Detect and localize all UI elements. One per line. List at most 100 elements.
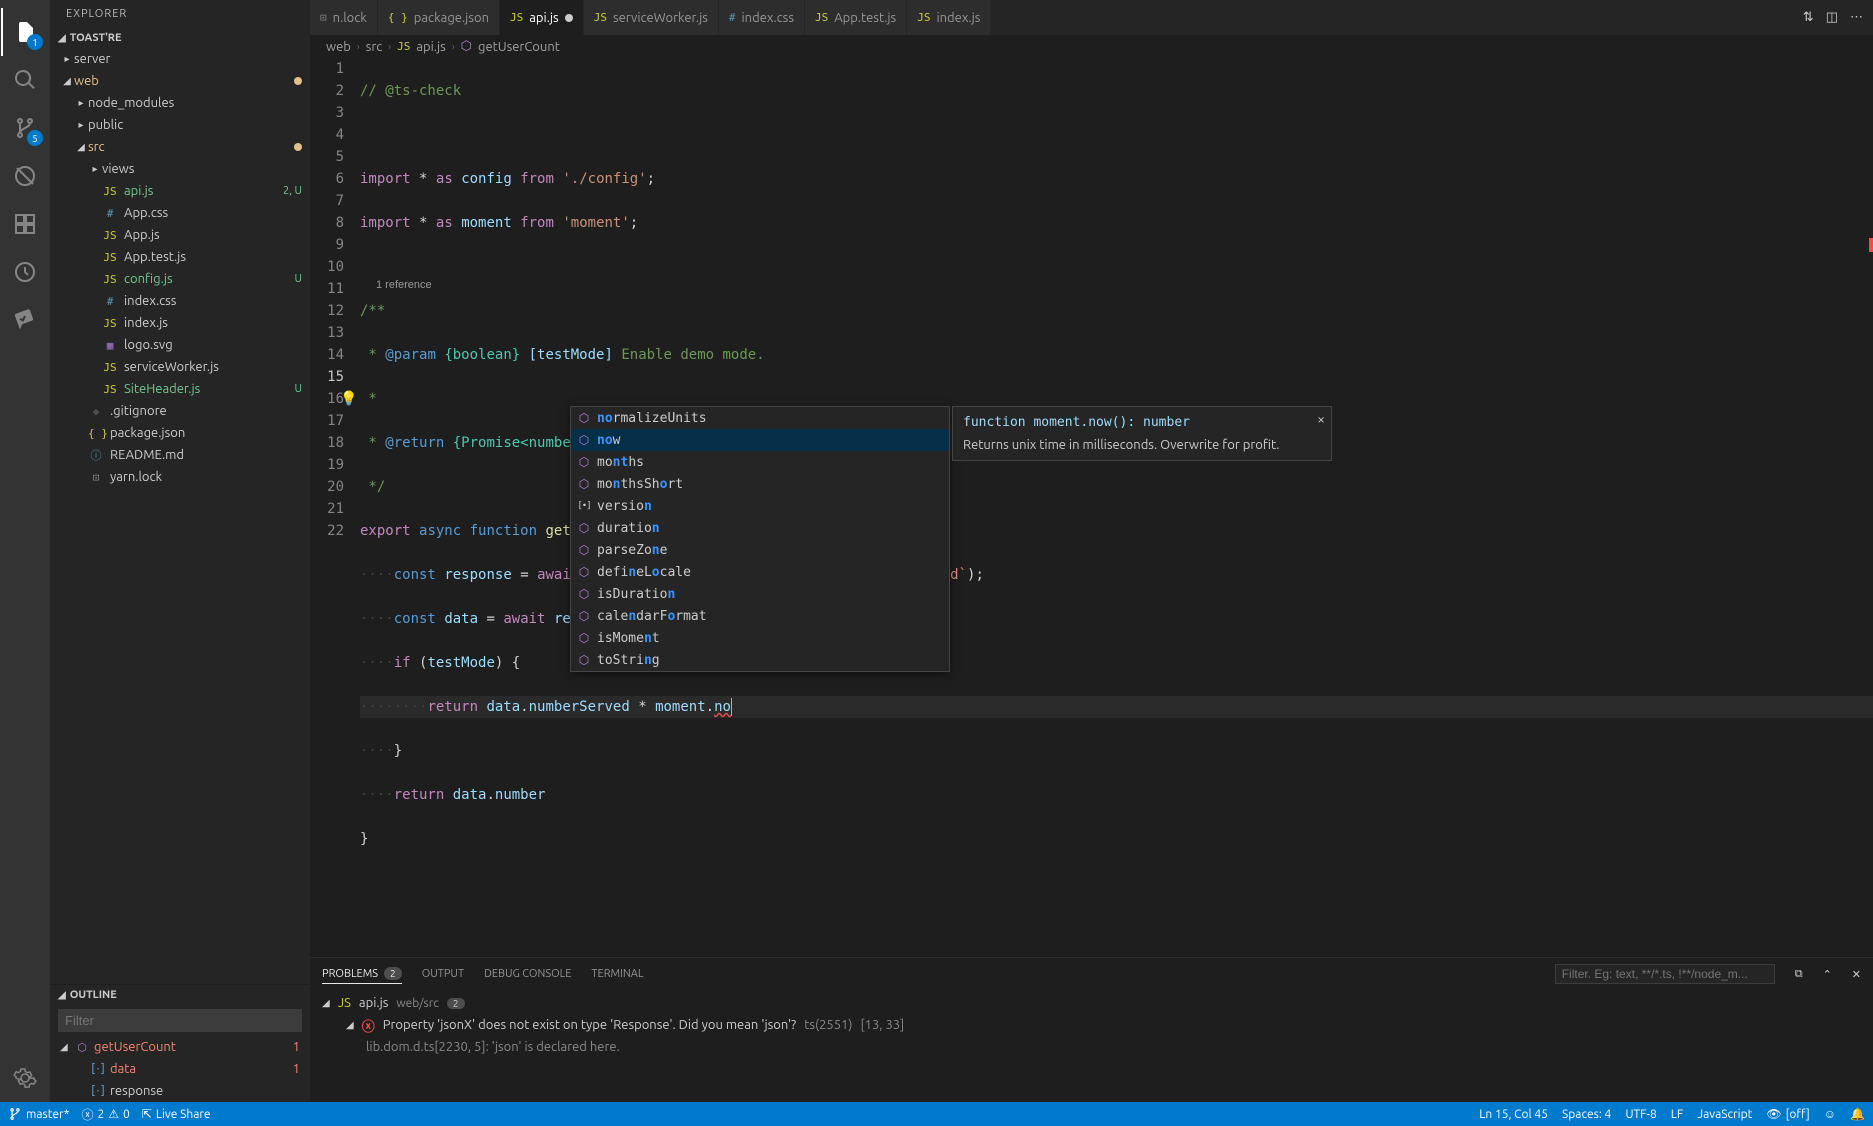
status-encoding[interactable]: UTF-8	[1625, 1108, 1656, 1121]
status-bell-icon[interactable]: 🔔	[1850, 1107, 1865, 1121]
lightbulb-icon[interactable]: 💡	[340, 388, 357, 410]
suggest-item[interactable]: ⬡now	[571, 429, 949, 451]
suggest-item[interactable]: ⬡months	[571, 451, 949, 473]
editor-tab[interactable]: { }package.json	[378, 0, 500, 35]
outline-header[interactable]: ◢OUTLINE	[50, 985, 310, 1005]
suggest-item[interactable]: ⬡toString	[571, 649, 949, 671]
outline-item[interactable]: [∙]data1	[50, 1058, 310, 1080]
suggest-item[interactable]: ⬡isDuration	[571, 583, 949, 605]
file-tree: ▸server◢web▸node_modules▸public◢src▸view…	[50, 48, 310, 488]
file-item[interactable]: ⓘREADME.md	[50, 444, 310, 466]
activity-scm-icon[interactable]: 5	[1, 104, 49, 152]
status-typescript[interactable]: 👁[off]	[1766, 1107, 1809, 1121]
folder-item[interactable]: ◢src	[50, 136, 310, 158]
codelens[interactable]: 1 reference	[376, 279, 432, 291]
outline-item[interactable]: [∙]response	[50, 1080, 310, 1102]
panel-close-icon[interactable]: ✕	[1852, 968, 1861, 981]
file-item[interactable]: ◆.gitignore	[50, 400, 310, 422]
status-branch[interactable]: master*	[8, 1107, 69, 1121]
close-icon[interactable]: ×	[1317, 411, 1325, 427]
editor-tab[interactable]: JSindex.js	[907, 0, 991, 35]
folder-item[interactable]: ◢web	[50, 70, 310, 92]
file-item[interactable]: ⊡yarn.lock	[50, 466, 310, 488]
folder-item[interactable]: ▸server	[50, 48, 310, 70]
breadcrumb-item[interactable]: getUserCount	[478, 40, 560, 54]
method-suggest-icon: ⬡	[577, 631, 591, 645]
problem-item[interactable]: ◢ ⓧ Property 'jsonX' does not exist on t…	[322, 1014, 1861, 1036]
status-feedback-icon[interactable]: ☺	[1824, 1107, 1836, 1121]
suggest-signature: function moment.now(): number	[963, 415, 1321, 430]
panel-maximize-icon[interactable]: ⌃	[1823, 968, 1832, 981]
status-liveshare[interactable]: ⇱Live Share	[142, 1107, 211, 1121]
file-item[interactable]: JSindex.js	[50, 312, 310, 334]
activity-search-icon[interactable]	[1, 56, 49, 104]
panel-tab-output[interactable]: OUTPUT	[422, 968, 464, 980]
chevron-icon: ▸	[74, 119, 88, 131]
file-item[interactable]: JSApp.js	[50, 224, 310, 246]
activity-extensions-icon[interactable]	[1, 200, 49, 248]
suggest-item[interactable]: [∙]version	[571, 495, 949, 517]
file-item[interactable]: JSApp.test.js	[50, 246, 310, 268]
breadcrumb-item[interactable]: api.js	[416, 40, 445, 54]
project-header[interactable]: ◢TOAST'RE	[50, 28, 310, 48]
suggest-item[interactable]: ⬡monthsShort	[571, 473, 949, 495]
breadcrumb-item[interactable]: web	[326, 40, 351, 54]
chevron-right-icon: ›	[357, 41, 360, 52]
editor-tab[interactable]: JSserviceWorker.js	[584, 0, 719, 35]
suggest-item[interactable]: ⬡normalizeUnits	[571, 407, 949, 429]
panel-tab-problems[interactable]: PROBLEMS2	[322, 967, 402, 984]
outline-filter-input[interactable]	[58, 1009, 302, 1032]
status-eol[interactable]: LF	[1671, 1108, 1683, 1121]
file-item[interactable]: { }package.json	[50, 422, 310, 444]
file-item[interactable]: #index.css	[50, 290, 310, 312]
suggest-item[interactable]: ⬡isMoment	[571, 627, 949, 649]
warning-icon: ⚠	[108, 1107, 119, 1121]
editor-tab[interactable]: JSApp.test.js	[805, 0, 907, 35]
status-problems[interactable]: ⓧ2 ⚠0	[81, 1106, 129, 1123]
panel-tab-terminal[interactable]: TERMINAL	[591, 968, 643, 980]
breadcrumb[interactable]: web›src›JSapi.js›⬡getUserCount	[310, 35, 1873, 58]
outline-item[interactable]: ◢⬡getUserCount1	[50, 1036, 310, 1058]
editor-tab[interactable]: ⊡n.lock	[310, 0, 378, 35]
file-item[interactable]: JSconfig.jsU	[50, 268, 310, 290]
suggest-item[interactable]: ⬡calendarFormat	[571, 605, 949, 627]
more-actions-icon[interactable]: ⋯	[1850, 10, 1863, 25]
status-indentation[interactable]: Spaces: 4	[1562, 1108, 1611, 1121]
scm-badge: 5	[27, 130, 43, 146]
compare-changes-icon[interactable]: ⇅	[1803, 10, 1814, 25]
folder-item[interactable]: ▸node_modules	[50, 92, 310, 114]
breadcrumb-item[interactable]: src	[366, 40, 383, 54]
editor[interactable]: 12345678910111213141516171819202122 // @…	[310, 58, 1873, 957]
file-item[interactable]: JSserviceWorker.js	[50, 356, 310, 378]
split-editor-icon[interactable]: ◫	[1826, 10, 1838, 25]
problem-related[interactable]: lib.dom.d.ts[2230, 5]: 'json' is declare…	[322, 1036, 1861, 1058]
activity-settings-icon[interactable]	[1, 1054, 49, 1102]
activity-explorer-icon[interactable]: 1	[1, 8, 49, 56]
suggest-item[interactable]: ⬡duration	[571, 517, 949, 539]
outline-section: ◢OUTLINE ◢⬡getUserCount1[∙]data1[∙]respo…	[50, 984, 310, 1102]
js-icon: JS	[594, 11, 607, 24]
file-item[interactable]: JSSiteHeader.jsU	[50, 378, 310, 400]
file-item[interactable]: #App.css	[50, 202, 310, 224]
status-cursor-position[interactable]: Ln 15, Col 45	[1479, 1108, 1548, 1121]
problems-filter-input[interactable]	[1555, 964, 1775, 984]
method-suggest-icon: ⬡	[577, 653, 591, 667]
line-number: 2	[310, 80, 344, 102]
folder-item[interactable]: ▸views	[50, 158, 310, 180]
activity-remote-icon[interactable]	[1, 248, 49, 296]
problems-file-row[interactable]: ◢ JS api.js web/src 2	[322, 992, 1861, 1014]
editor-tab[interactable]: #index.css	[719, 0, 805, 35]
status-language[interactable]: JavaScript	[1697, 1108, 1752, 1121]
editor-tab[interactable]: JSapi.js	[500, 0, 584, 35]
file-item[interactable]: ▦logo.svg	[50, 334, 310, 356]
suggest-widget[interactable]: ⬡normalizeUnits⬡now⬡months⬡monthsShort[∙…	[570, 406, 950, 672]
collapse-all-icon[interactable]: ⧉	[1795, 968, 1803, 981]
folder-item[interactable]: ▸public	[50, 114, 310, 136]
activity-debug-icon[interactable]	[1, 152, 49, 200]
suggest-item[interactable]: ⬡parseZone	[571, 539, 949, 561]
suggest-item[interactable]: ⬡defineLocale	[571, 561, 949, 583]
activity-liveshare-icon[interactable]	[1, 296, 49, 344]
file-item[interactable]: JSapi.js2, U	[50, 180, 310, 202]
panel-tab-debug-console[interactable]: DEBUG CONSOLE	[484, 968, 571, 980]
suggest-description: Returns unix time in milliseconds. Overw…	[963, 438, 1321, 452]
